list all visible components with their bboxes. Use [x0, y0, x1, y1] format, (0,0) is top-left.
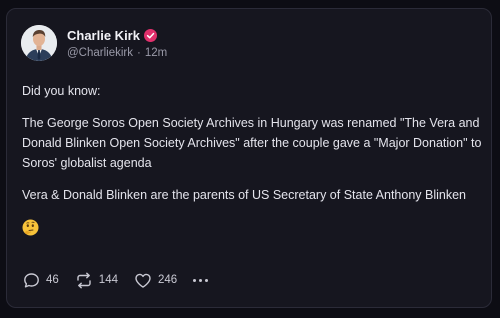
more-dots-icon — [193, 278, 197, 282]
post-card: Charlie Kirk @Charliekirk · 12m Did you … — [6, 8, 492, 308]
heart-icon — [135, 273, 151, 288]
post-text-intro: Did you know: — [22, 84, 101, 98]
verified-badge-icon — [143, 28, 157, 42]
repost-arrows-icon — [77, 272, 91, 288]
post-actions: 46 144 246 — [23, 271, 211, 289]
author-info: Charlie Kirk @Charliekirk · 12m — [67, 27, 167, 60]
like-count: 246 — [157, 274, 178, 286]
avatar[interactable] — [21, 25, 57, 61]
post-body: Did you know: The George Soros Open Soci… — [22, 81, 482, 236]
post-header: Charlie Kirk @Charliekirk · 12m — [21, 25, 167, 61]
author-name[interactable]: Charlie Kirk — [67, 28, 140, 43]
author-handle[interactable]: @Charliekirk — [67, 47, 133, 59]
repost-button[interactable]: 144 — [75, 272, 118, 289]
more-options-button[interactable] — [193, 278, 211, 282]
repost-count: 144 — [98, 274, 118, 286]
separator-dot: · — [137, 47, 141, 59]
like-button[interactable]: 246 — [134, 272, 177, 289]
reply-count: 46 — [46, 274, 59, 286]
speech-bubble-icon — [24, 272, 39, 287]
reply-button[interactable]: 46 — [23, 272, 59, 289]
post-timestamp[interactable]: 12m — [145, 47, 167, 59]
post-text-paragraph: The George Soros Open Society Archives i… — [22, 116, 482, 170]
thinking-face-emoji-icon — [22, 219, 482, 236]
post-text-paragraph: Vera & Donald Blinken are the parents of… — [22, 188, 467, 202]
